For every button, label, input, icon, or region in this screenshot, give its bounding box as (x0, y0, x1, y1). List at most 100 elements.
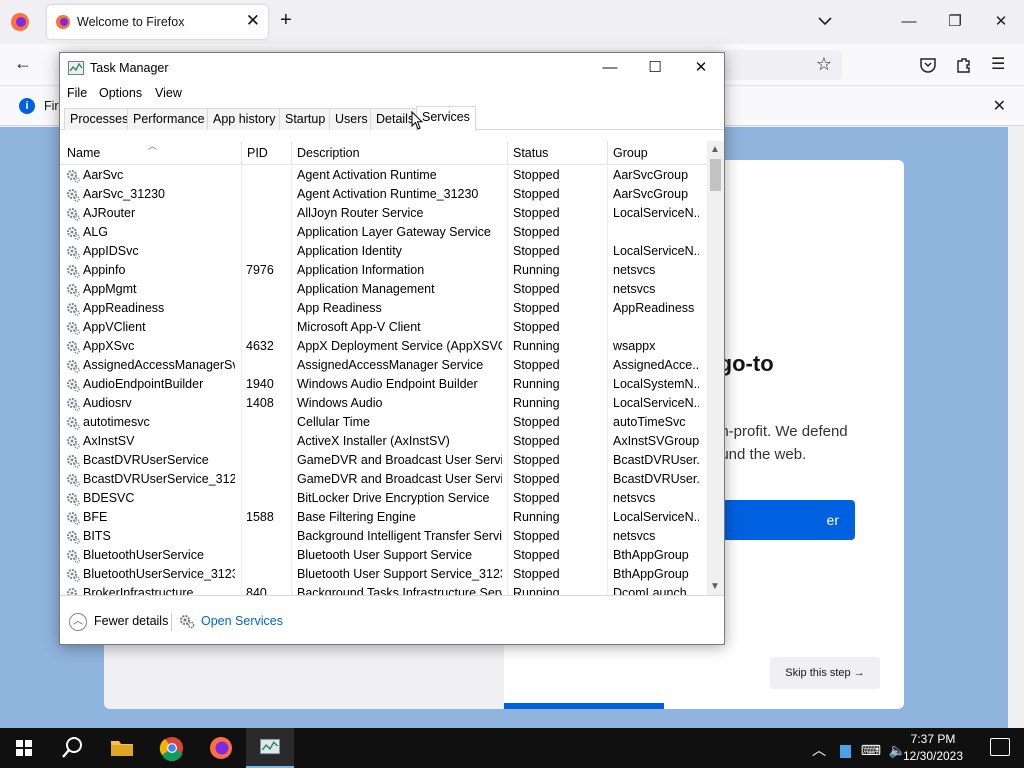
service-group: AppReadiness (613, 301, 695, 315)
table-row[interactable]: BITS Background Intelligent Transfer Serv… (60, 527, 707, 546)
scroll-thumb[interactable] (710, 159, 721, 191)
tab-startup[interactable]: Startup (279, 108, 332, 130)
notification-center-icon[interactable] (990, 738, 1010, 756)
column-header-group[interactable]: Group (613, 146, 648, 160)
chevron-up-icon[interactable]: ︿ (812, 742, 826, 758)
taskbar-clock[interactable]: 7:37 PM 12/30/2023 (898, 731, 968, 765)
service-description: Application Identity (297, 244, 402, 258)
bookmark-star-icon[interactable]: ☆ (816, 54, 832, 75)
table-row[interactable]: Audiosrv 1408 Windows Audio Running LocalSer… (60, 394, 707, 413)
file-explorer-icon[interactable] (98, 728, 146, 768)
extensions-icon[interactable] (955, 56, 973, 74)
firefox-tab-welcome[interactable]: Welcome to Firefox ✕ (47, 5, 268, 39)
close-info-bar-icon[interactable]: ✕ (993, 96, 1006, 116)
service-name: AudioEndpointBuilder (83, 377, 204, 391)
table-row[interactable]: BluetoothUserService_31230 Bluetooth User… (60, 565, 707, 584)
table-row[interactable]: AarSvc Agent Activation Runtime Stopped Aar… (60, 166, 707, 185)
chevron-down-icon[interactable] (816, 12, 834, 30)
column-header-description[interactable]: Description (297, 146, 360, 160)
service-gear-icon (67, 360, 80, 373)
column-header-status[interactable]: Status (513, 146, 548, 160)
table-row[interactable]: AppIDSvc Application Identity Stopped Local… (60, 242, 707, 261)
firefox-tab-bar: Welcome to Firefox ✕ + — ❐ ✕ (0, 0, 1024, 44)
table-row[interactable]: AJRouter AllJoyn Router Service Stopped Loc… (60, 204, 707, 223)
windows-taskbar: ︿ ⌨ 🔈 7:37 PM 12/30/2023 (0, 728, 1024, 768)
pocket-icon[interactable] (919, 56, 937, 74)
column-header-pid[interactable]: PID (247, 146, 268, 160)
chrome-icon[interactable] (148, 728, 196, 768)
services-gear-icon[interactable] (179, 613, 195, 629)
table-row[interactable]: AppVClient Microsoft App-V Client Stopped (60, 318, 707, 337)
service-gear-icon (67, 474, 80, 487)
restore-icon[interactable]: ❐ (932, 8, 978, 36)
table-row[interactable]: BFE 1588 Base Filtering Engine Running Local… (60, 508, 707, 527)
service-group: netsvcs (613, 263, 656, 277)
tab-processes[interactable]: Processes (64, 108, 135, 130)
skip-step-button[interactable]: Skip this step → (770, 657, 880, 689)
windows-start-icon[interactable] (0, 728, 48, 768)
table-row[interactable]: AarSvc_31230 Agent Activation Runtime_312… (60, 185, 707, 204)
service-status: Stopped (513, 244, 560, 258)
column-divider[interactable] (507, 141, 508, 165)
service-group: AssignedAcce... (613, 358, 699, 372)
maximize-icon[interactable]: ☐ (632, 54, 678, 82)
table-row[interactable]: AppXSvc 4632 AppX Deployment Service (AppX… (60, 337, 707, 356)
close-tab-icon[interactable]: ✕ (246, 11, 260, 31)
task-manager-taskbar-icon[interactable] (246, 728, 294, 768)
service-gear-icon (67, 189, 80, 202)
chevron-up-icon[interactable]: ︿ (69, 613, 87, 631)
fewer-details-button[interactable]: Fewer details (94, 614, 168, 628)
table-row[interactable]: AssignedAccessManagerSvc AssignedAccessMa… (60, 356, 707, 375)
network-icon[interactable]: ⌨ (861, 742, 881, 758)
firefox-taskbar-icon[interactable] (197, 728, 245, 768)
column-header-name[interactable]: Name (67, 146, 100, 160)
column-divider[interactable] (291, 141, 292, 165)
menu-hamburger-icon[interactable]: ☰ (991, 54, 1005, 74)
open-services-link[interactable]: Open Services (201, 614, 283, 628)
close-window-icon[interactable]: ✕ (978, 8, 1024, 36)
service-pid: 7976 (246, 263, 274, 277)
table-row[interactable]: BDESVC BitLocker Drive Encryption Service… (60, 489, 707, 508)
service-description: Background Tasks Infrastructure Serv... (297, 586, 502, 595)
menu-file[interactable]: File (67, 86, 87, 100)
task-manager-title-bar[interactable]: Task Manager — ☐ ✕ (60, 53, 724, 83)
tab-app-history[interactable]: App history (207, 108, 282, 130)
table-row[interactable]: ALG Application Layer Gateway Service Stop… (60, 223, 707, 242)
table-row[interactable]: AudioEndpointBuilder 1940 Windows Audio En… (60, 375, 707, 394)
service-gear-icon (67, 227, 80, 240)
minimize-icon[interactable]: — (587, 54, 633, 82)
column-divider[interactable] (607, 141, 608, 165)
firefox-logo-icon[interactable] (10, 12, 30, 32)
table-row[interactable]: BrokerInfrastructure 840 Background Tasks … (60, 584, 707, 595)
scroll-down-icon[interactable]: ▼ (710, 581, 720, 592)
scroll-up-icon[interactable]: ▲ (710, 144, 720, 155)
close-window-icon[interactable]: ✕ (678, 54, 724, 82)
search-icon[interactable] (48, 728, 96, 768)
new-tab-icon[interactable]: + (280, 9, 292, 32)
menu-view[interactable]: View (155, 86, 182, 100)
tab-performance[interactable]: Performance (127, 108, 211, 130)
minimize-icon[interactable]: — (886, 8, 932, 36)
table-row[interactable]: AxInstSV ActiveX Installer (AxInstSV) Stop… (60, 432, 707, 451)
back-arrow-icon[interactable]: ← (14, 53, 32, 74)
column-divider[interactable] (241, 141, 242, 165)
service-name: AppIDSvc (83, 244, 139, 258)
service-description: App Readiness (297, 301, 382, 315)
table-row[interactable]: AppMgmt Application Management Stopped nets… (60, 280, 707, 299)
table-row[interactable]: BcastDVRUserService GameDVR and Broadcast… (60, 451, 707, 470)
service-group: netsvcs (613, 282, 656, 296)
menu-options[interactable]: Options (99, 86, 142, 100)
service-name: BFE (83, 510, 108, 524)
service-group: LocalServiceN... (613, 510, 699, 524)
table-row[interactable]: AppReadiness App Readiness Stopped AppReadi… (60, 299, 707, 318)
defender-icon[interactable] (839, 744, 851, 758)
table-row[interactable]: Appinfo 7976 Application Information Runnin… (60, 261, 707, 280)
table-row[interactable]: BcastDVRUserService_31230 GameDVR and Bro… (60, 470, 707, 489)
tab-services[interactable]: Services (416, 106, 476, 131)
primary-action-button[interactable]: er (712, 500, 855, 540)
table-row[interactable]: BluetoothUserService Bluetooth User Suppo… (60, 546, 707, 565)
tab-users[interactable]: Users (329, 108, 374, 130)
table-row[interactable]: autotimesvc Cellular Time Stopped autoTimeS… (60, 413, 707, 432)
firefox-scrollbar[interactable] (1008, 127, 1024, 728)
services-scrollbar[interactable]: ▲ ▼ (707, 141, 724, 595)
